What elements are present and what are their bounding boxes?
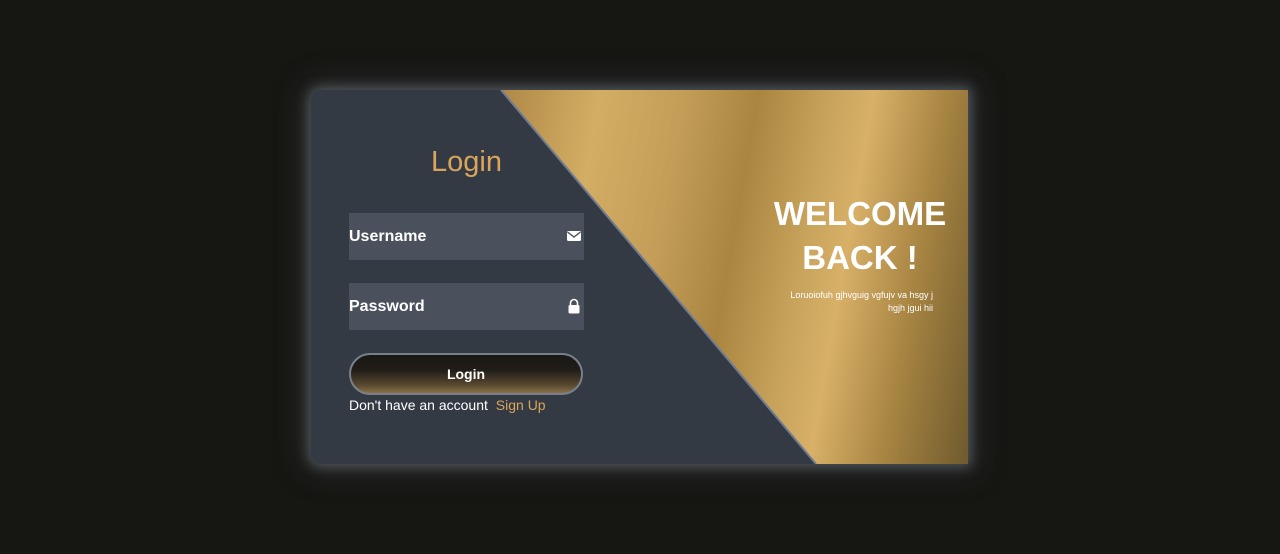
signup-prompt: Don't have an account — [349, 397, 488, 413]
signup-link[interactable]: Sign Up — [496, 397, 546, 413]
password-input[interactable] — [349, 283, 549, 330]
login-title: Login — [311, 146, 622, 179]
login-card: Login Login Don't have an account Sign U… — [311, 90, 968, 464]
welcome-subtext: Loruoiofuh gjhvguig vgfujv va hsgy j hgj… — [781, 289, 933, 315]
login-button[interactable]: Login — [349, 353, 583, 395]
envelope-icon — [566, 228, 582, 244]
username-field[interactable] — [349, 213, 584, 260]
signup-row: Don't have an account Sign Up — [349, 397, 546, 413]
username-input[interactable] — [349, 213, 549, 260]
welcome-heading: WELCOME BACK ! — [760, 192, 960, 280]
password-field[interactable] — [349, 283, 584, 330]
lock-icon — [566, 298, 582, 314]
